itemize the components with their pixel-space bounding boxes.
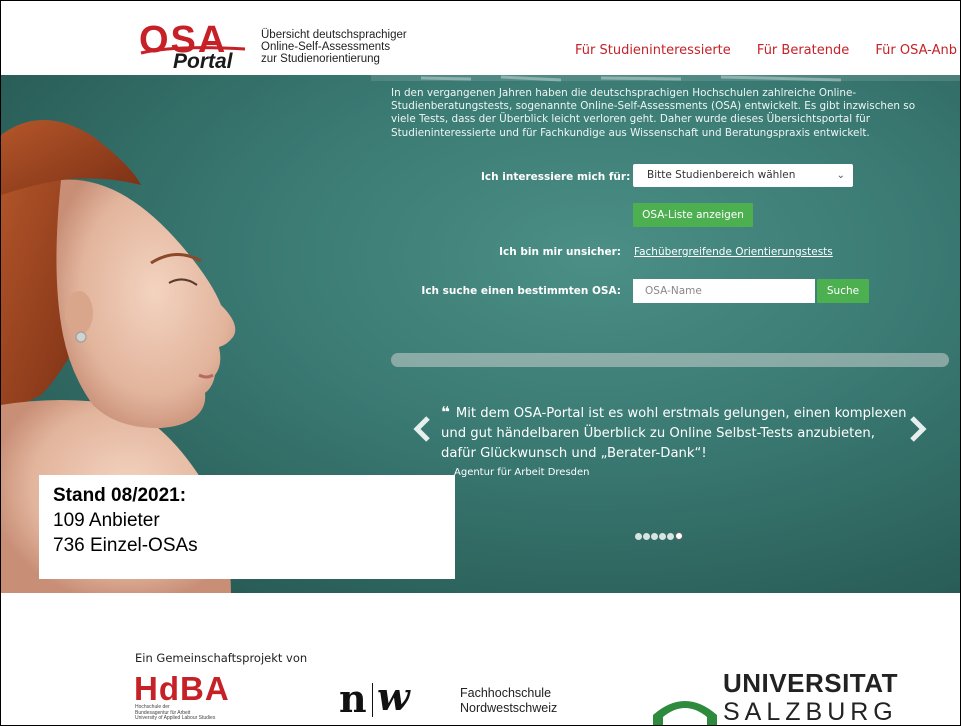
logo-description-line: zur Studienorientierung [261,53,380,65]
status-heading: Stand 08/2021: [53,485,187,506]
carousel-dot[interactable] [643,533,650,540]
page-frame: OSA Portal Übersicht deutschsprachiger O… [0,0,961,726]
salzburg-line2: SALZBURG [723,698,898,726]
quote-author: Agentur für Arbeit Dresden [454,467,590,478]
nav-studieninteressierte[interactable]: Für Studieninteressierte [575,43,731,58]
osa-list-button[interactable]: OSA-Liste anzeigen [633,203,753,227]
carousel-dot[interactable] [635,533,642,540]
osa-portal-logo[interactable]: OSA Portal [135,15,255,75]
search-label: Ich suche einen bestimmten OSA: [421,285,621,297]
fhnw-mark-w: w [377,674,410,719]
footer-title: Ein Gemeinschaftsprojekt von [135,651,308,665]
osa-name-input[interactable]: OSA-Name [633,279,815,303]
nav-beratende[interactable]: Für Beratende [757,43,849,58]
carousel-dot[interactable] [667,533,674,540]
hdba-logo[interactable]: HdBA Hochschule der Bundesagentur für Ar… [134,670,254,725]
chevron-left-icon[interactable] [413,415,431,443]
logo-portal-text: Portal [173,50,233,73]
carousel-indicators [635,532,684,543]
fhnw-name-line: Fachhochschule [460,686,552,700]
interest-label: Ich interessiere mich für: [481,171,631,183]
logo-description: Übersicht deutschsprachiger Online-Self-… [261,29,407,65]
chevron-down-icon: ⌄ [836,170,845,181]
fhnw-name: Fachhochschule Nordwestschweiz [460,686,557,716]
logo-description-line: Übersicht deutschsprachiger [261,29,407,41]
main-nav: Für Studieninteressierte Für Beratende F… [575,43,960,58]
carousel-progress-bar [391,353,949,367]
salzburg-emblem-icon [653,669,717,725]
unsure-label: Ich bin mir unsicher: [499,246,621,258]
logo-description-line: Online-Self-Assessments [261,41,391,53]
osa-count: 736 Einzel-OSAs [53,535,198,556]
carousel-dot[interactable] [651,533,658,540]
intro-text: In den vergangenen Jahren haben die deut… [391,87,916,139]
fhnw-divider [372,683,373,717]
carousel-dot[interactable] [659,533,666,540]
status-box: Stand 08/2021: 109 Anbieter 736 Einzel-O… [39,475,455,579]
quote-text: Mit dem OSA-Portal ist es wohl erstmals … [441,406,907,461]
salzburg-line1: UNIVERSITAT [723,668,898,698]
study-area-select-value: Bitte Studienbereich wählen [647,169,796,181]
fhnw-logo[interactable]: n w [339,674,459,721]
carousel-dot-active[interactable] [675,532,683,540]
hdba-subtitle: Hochschule der Bundesagentur für Arbeit … [135,704,216,722]
quote-icon: ❝ [441,403,450,421]
orientation-tests-link[interactable]: Fachübergreifende Orientierungstests [634,246,833,258]
study-area-select[interactable]: Bitte Studienbereich wählen ⌄ [633,164,853,187]
chevron-right-icon[interactable] [909,415,927,443]
search-button[interactable]: Suche [817,279,869,303]
hdba-logo-text: HdBA [134,670,230,707]
testimonial-quote: ❝ Mit dem OSA-Portal ist es wohl erstmals… [441,402,911,464]
nav-osa-anbieter[interactable]: Für OSA-Anb [875,43,957,58]
providers-count: 109 Anbieter [53,510,160,531]
fhnw-name-line: Nordwestschweiz [460,701,558,715]
fhnw-mark-n: n [339,676,367,721]
salzburg-logo[interactable]: UNIVERSITAT SALZBURG [651,668,951,726]
hdba-subtitle-line: University of Applied Labour Studies [135,715,216,721]
header: OSA Portal Übersicht deutschsprachiger O… [1,1,960,75]
